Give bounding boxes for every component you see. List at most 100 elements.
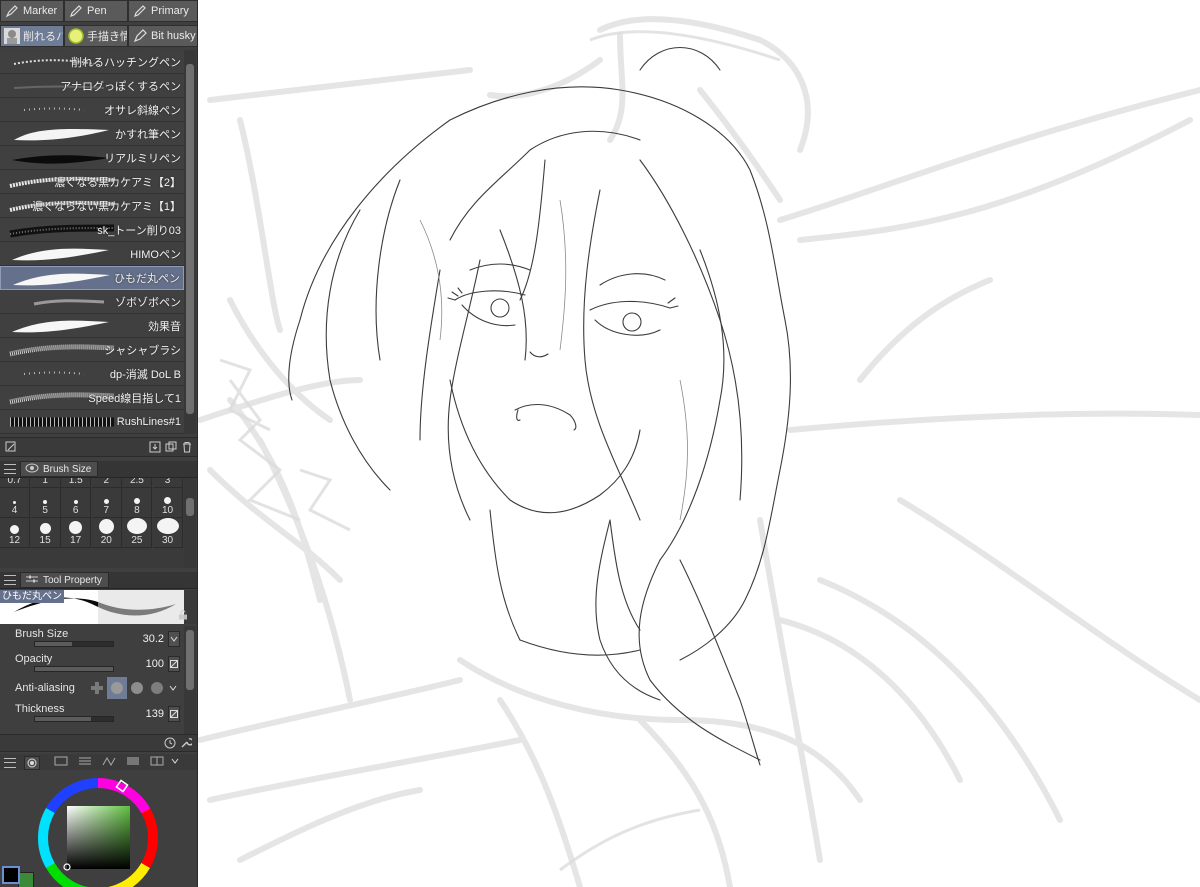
brush-name: 濃くならない黒カケアミ【1】 [32, 200, 181, 213]
brush-item[interactable]: 削れるハッチングペン [0, 50, 184, 74]
brush-list: 削れるハッチングペン アナログっぽくするペン オサレ斜線ペンかすれ筆ペンリアルミリペ… [0, 50, 184, 434]
panel-menu-icon[interactable] [4, 575, 16, 585]
color-wheel-tab-icon[interactable] [24, 755, 40, 770]
aa-weak-option[interactable] [107, 677, 127, 699]
brush-stroke-icon [14, 129, 109, 141]
main-color-swatch[interactable] [2, 866, 20, 884]
brush-size-cell[interactable]: 10 [153, 488, 183, 518]
panel-menu-icon[interactable] [4, 757, 16, 768]
approximate-color-tab-icon[interactable] [126, 756, 140, 769]
opacity-slider[interactable] [34, 666, 114, 672]
tab-brush-size[interactable]: Brush Size [20, 461, 99, 477]
color-history-tab-icon[interactable] [150, 756, 164, 769]
prop-value[interactable]: 100 [146, 658, 164, 670]
brush-item[interactable]: 効果音 [0, 314, 184, 338]
tab-tool-property[interactable]: Tool Property [20, 572, 109, 588]
marker-icon [4, 3, 20, 19]
duplicate-icon[interactable] [163, 439, 179, 455]
color-slider-tab-icon[interactable] [54, 756, 68, 769]
aa-none-option[interactable] [87, 677, 107, 699]
chevron-down-icon[interactable] [170, 756, 180, 769]
scrollbar-thumb[interactable] [186, 498, 194, 516]
brush-item[interactable]: 濃くならない黒カケアミ【1】 [0, 194, 184, 218]
aa-medium-option[interactable] [127, 677, 147, 699]
tab-marker[interactable]: Marker [0, 0, 64, 22]
brush-size-cell[interactable]: 2 [91, 478, 122, 488]
tab-subtool-hatching[interactable]: 削れるハ [0, 25, 64, 47]
color-set-tab-icon[interactable] [78, 756, 92, 769]
brush-size-dot [133, 498, 140, 504]
brush-size-cell[interactable]: 1 [30, 478, 61, 488]
brush-size-cell[interactable]: 20 [91, 518, 122, 548]
brush-size-cell[interactable]: 1.5 [61, 478, 92, 488]
brush-item[interactable]: sk_トーン削り03 [0, 218, 184, 242]
tab-primary[interactable]: Primary [128, 0, 197, 22]
trash-icon[interactable] [179, 439, 195, 455]
brush-size-cell[interactable]: 3 [153, 478, 183, 488]
tab-label: Brush Size [43, 463, 92, 475]
brush-size-cell[interactable]: 7 [91, 488, 122, 518]
brush-item[interactable]: リアルミリペン [0, 146, 184, 170]
brush-item[interactable]: ゾボゾボペン [0, 290, 184, 314]
brush-item[interactable]: かすれ筆ペン [0, 122, 184, 146]
brush-size-slider[interactable] [34, 641, 114, 647]
circle-brush-icon [68, 28, 84, 44]
scrollbar-thumb[interactable] [186, 630, 194, 690]
pressure-icon[interactable] [168, 656, 180, 672]
tool-tabs: Marker Pen Primary [0, 0, 197, 22]
prop-value[interactable]: 139 [146, 708, 164, 720]
tab-pen[interactable]: Pen [64, 0, 128, 22]
aa-strong-option[interactable] [147, 677, 167, 699]
tool-property-scrollbar[interactable] [184, 626, 196, 734]
brush-item[interactable]: 濃くなる黒カケアミ【2】 [0, 170, 184, 194]
wrench-icon[interactable] [178, 735, 194, 751]
scrollbar-thumb[interactable] [186, 64, 194, 414]
brush-item[interactable]: Speed線目指して1 [0, 386, 184, 410]
brush-size-cell[interactable]: 2.5 [122, 478, 153, 488]
prop-value[interactable]: 30.2 [143, 633, 164, 645]
brush-name: かすれ筆ペン [115, 128, 181, 141]
brush-size-scrollbar[interactable] [184, 478, 196, 568]
prop-label: Brush Size [15, 628, 69, 640]
brush-name: RushLines#1 [116, 415, 181, 428]
chevron-down-icon[interactable] [168, 631, 180, 647]
brush-size-cell[interactable]: 12 [0, 518, 30, 548]
sub-color-swatch[interactable] [18, 872, 34, 887]
reset-icon[interactable] [162, 735, 178, 751]
brush-size-dot [73, 500, 78, 504]
tab-subtool-handdrawn[interactable]: 手描き情 [64, 25, 128, 47]
download-icon[interactable] [147, 439, 163, 455]
tool-settings-icon[interactable] [3, 439, 19, 455]
color-wheel-panel [0, 770, 198, 887]
brush-size-cell[interactable]: 0.7 [0, 478, 30, 488]
brush-item[interactable]: ひもだ丸ペン [0, 266, 184, 290]
brush-item[interactable]: RushLines#1 [0, 410, 184, 434]
brush-size-cell[interactable]: 5 [30, 488, 61, 518]
brush-size-cell[interactable]: 8 [122, 488, 153, 518]
brush-size-icon [25, 463, 39, 476]
brush-size-cell[interactable]: 6 [61, 488, 92, 518]
brush-item[interactable]: シャシャブラシ [0, 338, 184, 362]
intermediate-color-tab-icon[interactable] [102, 756, 116, 769]
tab-subtool-bithusky[interactable]: Bit husky [128, 25, 197, 47]
chevron-down-icon[interactable] [166, 677, 180, 699]
brush-size-cell[interactable]: 25 [122, 518, 153, 548]
brush-size-label: 6 [72, 505, 79, 516]
brush-size-cell[interactable]: 15 [30, 518, 61, 548]
brush-list-scrollbar[interactable] [184, 50, 196, 434]
rush-stroke-icon [10, 417, 114, 427]
thickness-slider[interactable] [34, 716, 114, 722]
brush-size-dot [69, 521, 83, 534]
brush-size-cell[interactable]: 4 [0, 488, 30, 518]
brush-item[interactable]: オサレ斜線ペン [0, 98, 184, 122]
brush-item[interactable]: dp-消滅 DoL B [0, 362, 184, 386]
brush-item[interactable]: HIMOペン [0, 242, 184, 266]
drawing-canvas[interactable] [198, 0, 1200, 887]
panel-menu-icon[interactable] [4, 464, 16, 474]
brush-size-cell[interactable]: 30 [153, 518, 183, 548]
brush-size-label: 4 [11, 505, 18, 516]
brush-item[interactable]: アナログっぽくするペン [0, 74, 184, 98]
pressure-icon[interactable] [168, 706, 180, 722]
color-wheel[interactable] [0, 770, 198, 887]
brush-size-cell[interactable]: 17 [61, 518, 92, 548]
